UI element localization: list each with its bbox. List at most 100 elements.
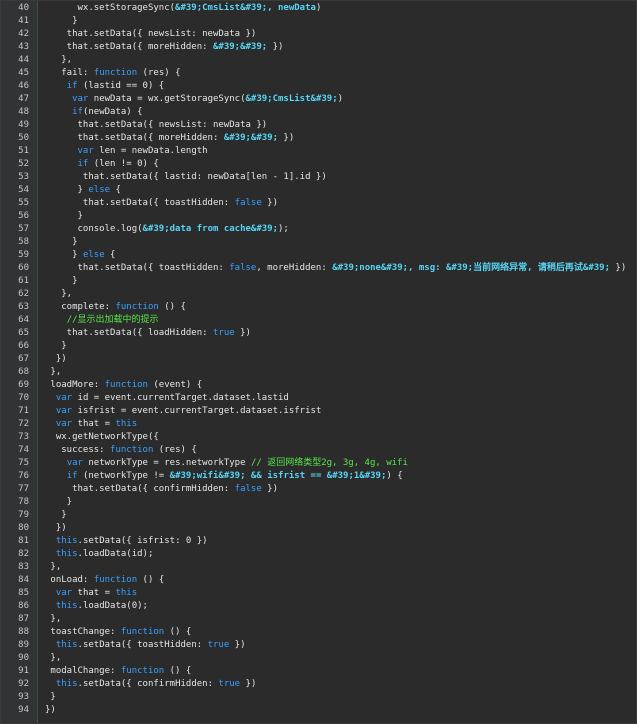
code-line[interactable]: 80 }): [1, 522, 637, 535]
code-line[interactable]: 93 }: [1, 691, 637, 704]
code-line[interactable]: 40 wx.setStorageSync(&#39;CmsList&#39;, …: [1, 2, 637, 15]
code-line[interactable]: 77 that.setData({ confirmHidden: false }…: [1, 483, 637, 496]
code-line[interactable]: 68 },: [1, 366, 637, 379]
code-line[interactable]: 58 }: [1, 236, 637, 249]
code-line[interactable]: 75 var networkType = res.networkType // …: [1, 457, 637, 470]
code-token: that =: [72, 419, 116, 429]
code-line[interactable]: 85 var that = this: [1, 587, 637, 600]
code-token: isfrist = event.currentTarget.dataset.is…: [72, 406, 322, 416]
code-line[interactable]: 91 modalChange: function () {: [1, 665, 637, 678]
code-line[interactable]: 94}): [1, 704, 637, 717]
code-line[interactable]: 84 onLoad: function () {: [1, 574, 637, 587]
code-token: {: [104, 250, 116, 260]
code-line[interactable]: 86 this.loadData(0);: [1, 600, 637, 613]
code-text: this.setData({ isfrist: 0 }): [45, 535, 208, 548]
code-line[interactable]: 51 var len = newData.length: [1, 145, 637, 158]
code-text: if (networkType != &#39;wifi&#39; && isf…: [45, 470, 403, 483]
code-editor[interactable]: 40 wx.setStorageSync(&#39;CmsList&#39;, …: [0, 0, 637, 724]
code-text: }: [45, 236, 78, 249]
code-token: fail:: [45, 68, 94, 78]
code-token: function: [93, 575, 138, 585]
code-token: function: [104, 380, 148, 390]
code-line[interactable]: 63 complete: function () {: [1, 301, 637, 314]
code-token: }): [278, 133, 295, 143]
code-line[interactable]: 64 //显示出加载中的提示: [1, 314, 637, 327]
code-line[interactable]: 76 if (networkType != &#39;wifi&#39; && …: [1, 470, 637, 483]
code-line[interactable]: 72 var that = this: [1, 418, 637, 431]
code-token: }): [45, 523, 67, 533]
code-token: modalChange:: [45, 666, 121, 676]
line-number: 63: [18, 302, 29, 312]
code-line[interactable]: 56 }: [1, 210, 637, 223]
code-text: },: [45, 288, 72, 301]
code-line[interactable]: 74 success: function (res) {: [1, 444, 637, 457]
code-line[interactable]: 45 fail: function (res) {: [1, 67, 637, 80]
code-line[interactable]: 92 this.setData({ confirmHidden: true }): [1, 678, 637, 691]
code-text: var isfrist = event.currentTarget.datase…: [45, 405, 322, 418]
code-line[interactable]: 41 }: [1, 15, 637, 28]
line-number: 50: [18, 133, 29, 143]
code-line[interactable]: 59 } else {: [1, 249, 637, 262]
code-line[interactable]: 78 }: [1, 496, 637, 509]
code-line[interactable]: 81 this.setData({ isfrist: 0 }): [1, 535, 637, 548]
code-line[interactable]: 47 var newData = wx.getStorageSync(&#39;…: [1, 93, 637, 106]
code-text: success: function (res) {: [45, 444, 197, 457]
code-line[interactable]: 73 wx.getNetworkType({: [1, 431, 637, 444]
code-token: that.setData({ loadHidden:: [45, 328, 213, 338]
code-line[interactable]: 54 } else {: [1, 184, 637, 197]
code-text: } else {: [45, 249, 115, 262]
code-line[interactable]: 70 var id = event.currentTarget.dataset.…: [1, 392, 637, 405]
code-token: false: [229, 263, 257, 273]
code-text: }: [45, 15, 77, 28]
code-line[interactable]: 79 }: [1, 509, 637, 522]
code-line[interactable]: 87 },: [1, 613, 637, 626]
code-token: this: [55, 601, 78, 611]
code-text: console.log(&#39;data from cache&#39;);: [45, 223, 289, 236]
code-line[interactable]: 83 },: [1, 561, 637, 574]
code-token: },: [45, 614, 62, 624]
code-token: function: [120, 627, 165, 637]
code-token: (res) {: [137, 68, 181, 78]
code-line[interactable]: 57 console.log(&#39;data from cache&#39;…: [1, 223, 637, 236]
code-line[interactable]: 55 that.setData({ toastHidden: false }): [1, 197, 637, 210]
code-line[interactable]: 82 this.loadData(id);: [1, 548, 637, 561]
code-text: fail: function (res) {: [45, 67, 181, 80]
code-token: that =: [72, 588, 116, 598]
code-text: toastChange: function () {: [45, 626, 191, 639]
code-line[interactable]: 61 }: [1, 275, 637, 288]
code-line[interactable]: 53 that.setData({ lastid: newData[len - …: [1, 171, 637, 184]
code-line[interactable]: 44 },: [1, 54, 637, 67]
code-token: that.setData({ toastHidden:: [45, 198, 235, 208]
code-line[interactable]: 71 var isfrist = event.currentTarget.dat…: [1, 405, 637, 418]
code-token: if: [66, 471, 78, 481]
line-number: 90: [18, 653, 29, 663]
code-line[interactable]: 60 that.setData({ toastHidden: false, mo…: [1, 262, 637, 275]
code-line[interactable]: 46 if (lastid == 0) {: [1, 80, 637, 93]
code-line[interactable]: 89 this.setData({ toastHidden: true }): [1, 639, 637, 652]
code-line[interactable]: 69 loadMore: function (event) {: [1, 379, 637, 392]
code-text: modalChange: function () {: [45, 665, 191, 678]
line-number: 51: [18, 146, 29, 156]
code-line[interactable]: 67 }): [1, 353, 637, 366]
code-token: this: [55, 549, 78, 559]
code-token: }: [45, 237, 78, 247]
code-area[interactable]: 40 wx.setStorageSync(&#39;CmsList&#39;, …: [1, 2, 637, 717]
code-line[interactable]: 48 if(newData) {: [1, 106, 637, 119]
code-line[interactable]: 42 that.setData({ newsList: newData }): [1, 28, 637, 41]
code-line[interactable]: 66 }: [1, 340, 637, 353]
code-line[interactable]: 52 if (len != 0) {: [1, 158, 637, 171]
line-number: 60: [18, 263, 29, 273]
code-line[interactable]: 65 that.setData({ loadHidden: true }): [1, 327, 637, 340]
code-line[interactable]: 49 that.setData({ newsList: newData }): [1, 119, 637, 132]
code-line[interactable]: 90 },: [1, 652, 637, 665]
code-line[interactable]: 88 toastChange: function () {: [1, 626, 637, 639]
code-token: &#39;&#39;: [223, 133, 278, 143]
code-line[interactable]: 50 that.setData({ moreHidden: &#39;&#39;…: [1, 132, 637, 145]
line-number: 85: [18, 588, 29, 598]
code-text: }: [45, 691, 55, 704]
code-line[interactable]: 43 that.setData({ moreHidden: &#39;&#39;…: [1, 41, 637, 54]
code-token: ): [337, 94, 344, 104]
code-line[interactable]: 62 },: [1, 288, 637, 301]
